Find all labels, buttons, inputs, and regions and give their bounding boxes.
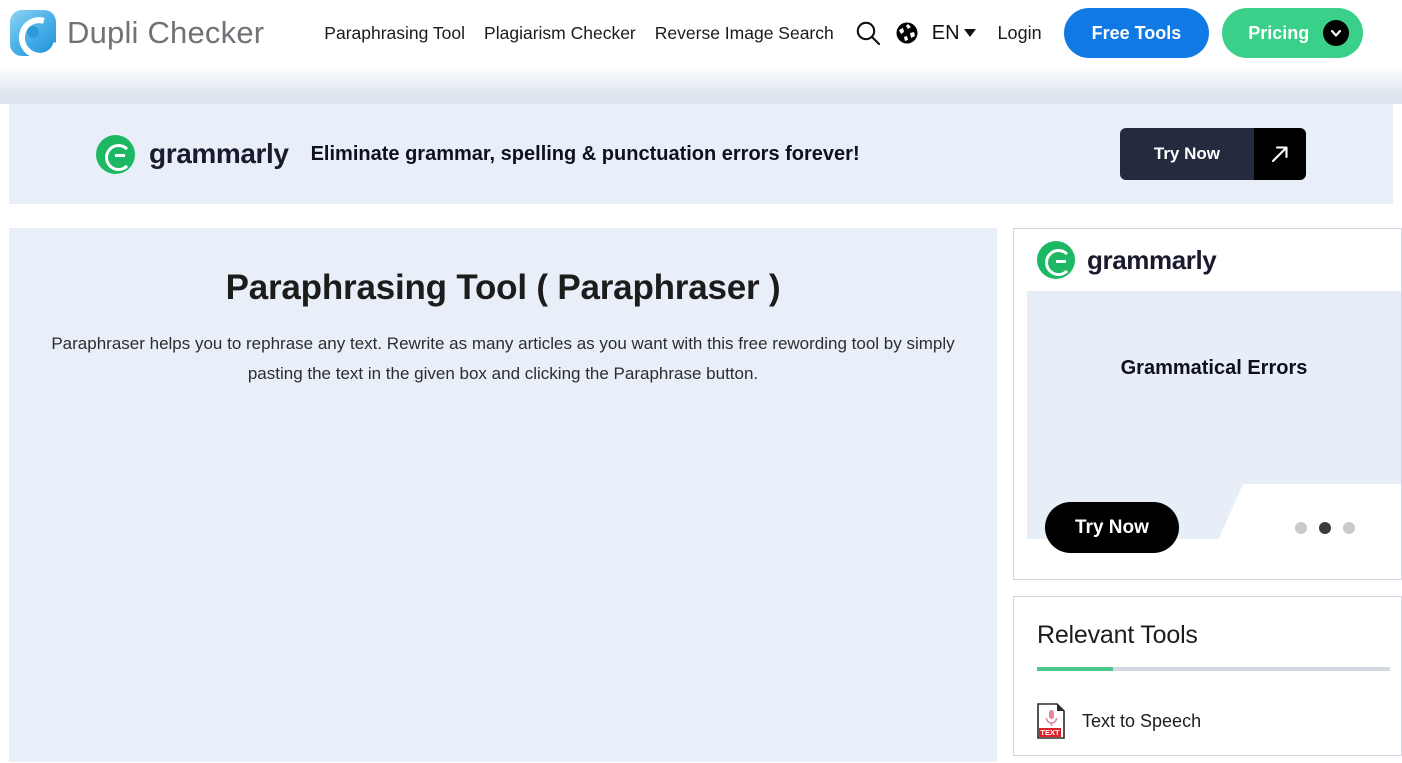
carousel-dot-2[interactable] bbox=[1319, 522, 1331, 534]
duplichecker-c-logo-icon bbox=[10, 10, 56, 56]
text-to-speech-document-icon: TEXT bbox=[1037, 703, 1066, 739]
chevron-down-icon bbox=[963, 29, 976, 37]
header-tools: EN Login bbox=[854, 19, 1042, 47]
promo-try-now-button[interactable]: Try Now bbox=[1119, 128, 1306, 180]
nav-item-plagiarism-checker[interactable]: Plagiarism Checker bbox=[484, 23, 636, 44]
login-link[interactable]: Login bbox=[998, 23, 1042, 44]
chevron-down-icon bbox=[1323, 20, 1350, 46]
brand-name: Dupli Checker bbox=[67, 15, 265, 50]
header-shadow-strip bbox=[0, 66, 1402, 104]
relevant-tool-item-text-to-speech[interactable]: TEXT Text to Speech bbox=[1037, 703, 1401, 739]
promo-banner-band: grammarly Eliminate grammar, spelling & … bbox=[0, 104, 1402, 210]
grammarly-wordmark: grammarly bbox=[1087, 244, 1217, 275]
free-tools-button[interactable]: Free Tools bbox=[1063, 8, 1210, 58]
globe-icon[interactable] bbox=[895, 21, 919, 45]
pricing-button[interactable]: Pricing bbox=[1222, 8, 1364, 58]
nav-item-paraphrasing-tool[interactable]: Paraphrasing Tool bbox=[324, 23, 465, 44]
search-icon[interactable] bbox=[854, 19, 882, 47]
svg-text:TEXT: TEXT bbox=[1040, 728, 1060, 737]
grammarly-logo-icon bbox=[96, 134, 135, 174]
grammarly-brand: grammarly bbox=[96, 134, 289, 174]
carousel-dot-1[interactable] bbox=[1295, 522, 1307, 534]
paraphrasing-tool-panel: Paraphrasing Tool ( Paraphraser ) Paraph… bbox=[9, 228, 997, 762]
main-nav: Paraphrasing Tool Plagiarism Checker Rev… bbox=[324, 23, 833, 44]
page-description: Paraphraser helps you to rephrase any te… bbox=[51, 334, 955, 383]
relevant-tools-title: Relevant Tools bbox=[1037, 621, 1198, 649]
promo-try-now-label: Try Now bbox=[1119, 128, 1254, 180]
grammarly-promo-banner: grammarly Eliminate grammar, spelling & … bbox=[9, 104, 1393, 204]
page-title: Paraphrasing Tool ( Paraphraser ) bbox=[225, 268, 781, 307]
brand-logo[interactable]: Dupli Checker bbox=[10, 10, 264, 56]
site-header: Dupli Checker Paraphrasing Tool Plagiari… bbox=[0, 0, 1402, 66]
promo-tagline: Eliminate grammar, spelling & punctuatio… bbox=[310, 142, 860, 165]
language-label: EN bbox=[931, 21, 960, 44]
sidebar: grammarly Grammatical Errors Try Now Rel… bbox=[1013, 228, 1402, 762]
ad-brand-header: grammarly bbox=[1014, 229, 1401, 291]
relevant-tools-card: Relevant Tools TEXT Text to Speech bbox=[1013, 596, 1402, 756]
relevant-tools-divider bbox=[1037, 667, 1390, 671]
nav-item-reverse-image-search[interactable]: Reverse Image Search bbox=[655, 23, 834, 44]
carousel-dot-3[interactable] bbox=[1343, 522, 1355, 534]
ad-headline: Grammatical Errors bbox=[1120, 357, 1308, 379]
relevant-tool-label: Text to Speech bbox=[1082, 710, 1202, 731]
pricing-label: Pricing bbox=[1248, 22, 1310, 43]
grammarly-ad-card: grammarly Grammatical Errors Try Now bbox=[1013, 228, 1402, 580]
carousel-dots bbox=[1295, 522, 1355, 534]
arrow-up-right-icon bbox=[1254, 128, 1306, 180]
grammarly-logo-icon bbox=[1037, 241, 1075, 279]
page-content: Paraphrasing Tool ( Paraphraser ) Paraph… bbox=[9, 228, 1402, 762]
ad-try-now-button[interactable]: Try Now bbox=[1045, 502, 1179, 553]
ad-footer: Try Now bbox=[1027, 484, 1401, 579]
language-selector[interactable]: EN bbox=[932, 22, 976, 45]
grammarly-wordmark: grammarly bbox=[149, 138, 289, 169]
